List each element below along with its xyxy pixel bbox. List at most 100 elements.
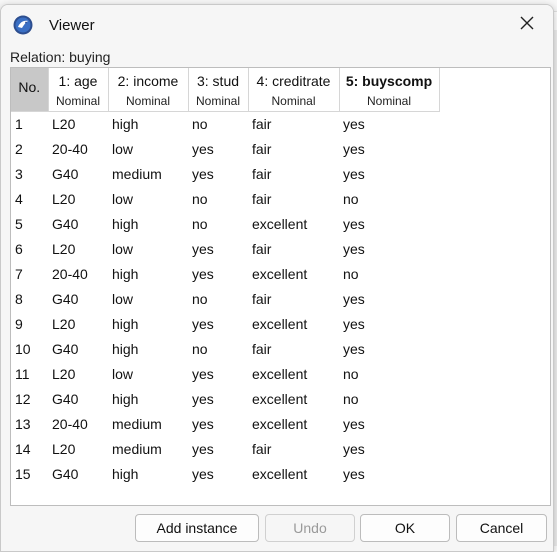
table-cell[interactable]: medium xyxy=(108,411,188,436)
table-cell[interactable]: L20 xyxy=(48,111,108,136)
table-row[interactable]: 2 20-40 low yes fair yes xyxy=(11,136,439,161)
data-table[interactable]: No. 1: age Nominal 2: income Nominal 3: … xyxy=(10,67,551,506)
table-cell[interactable]: G40 xyxy=(48,461,108,486)
table-cell[interactable]: yes xyxy=(188,461,248,486)
table-cell[interactable]: yes xyxy=(339,161,439,186)
table-cell[interactable]: yes xyxy=(188,136,248,161)
table-cell[interactable]: G40 xyxy=(48,286,108,311)
table-cell[interactable]: excellent xyxy=(248,261,339,286)
table-cell[interactable]: no xyxy=(339,261,439,286)
table-cell[interactable]: high xyxy=(108,386,188,411)
table-cell[interactable]: L20 xyxy=(48,236,108,261)
table-cell[interactable]: G40 xyxy=(48,336,108,361)
table-row[interactable]: 9 L20 high yes excellent yes xyxy=(11,311,439,336)
table-cell[interactable]: fair xyxy=(248,236,339,261)
table-cell[interactable]: no xyxy=(188,111,248,136)
table-cell[interactable]: yes xyxy=(188,436,248,461)
table-cell[interactable]: excellent xyxy=(248,461,339,486)
table-cell[interactable]: 20-40 xyxy=(48,261,108,286)
table-cell[interactable]: yes xyxy=(188,261,248,286)
table-cell[interactable]: L20 xyxy=(48,361,108,386)
table-cell[interactable]: excellent xyxy=(248,411,339,436)
table-cell[interactable]: yes xyxy=(339,311,439,336)
table-cell[interactable]: L20 xyxy=(48,186,108,211)
table-cell[interactable]: low xyxy=(108,236,188,261)
table-cell[interactable]: fair xyxy=(248,136,339,161)
table-cell[interactable]: fair xyxy=(248,336,339,361)
table-cell[interactable]: yes xyxy=(188,236,248,261)
column-header-stud[interactable]: 3: stud Nominal xyxy=(188,68,249,112)
column-header-buyscomp[interactable]: 5: buyscomp Nominal xyxy=(339,68,440,112)
table-row[interactable]: 10 G40 high no fair yes xyxy=(11,336,439,361)
table-cell[interactable]: low xyxy=(108,286,188,311)
table-cell[interactable]: fair xyxy=(248,111,339,136)
table-row[interactable]: 1 L20 high no fair yes xyxy=(11,111,439,136)
table-cell[interactable]: excellent xyxy=(248,361,339,386)
table-cell[interactable]: excellent xyxy=(248,211,339,236)
table-cell[interactable]: 20-40 xyxy=(48,136,108,161)
table-cell[interactable]: yes xyxy=(339,436,439,461)
table-cell[interactable]: fair xyxy=(248,286,339,311)
table-cell[interactable]: yes xyxy=(339,411,439,436)
table-cell[interactable]: excellent xyxy=(248,311,339,336)
table-row[interactable]: 15 G40 high yes excellent yes xyxy=(11,461,439,486)
table-cell[interactable]: no xyxy=(339,186,439,211)
table-row[interactable]: 7 20-40 high yes excellent no xyxy=(11,261,439,286)
table-cell[interactable]: no xyxy=(188,336,248,361)
table-row[interactable]: 8 G40 low no fair yes xyxy=(11,286,439,311)
table-cell[interactable]: fair xyxy=(248,436,339,461)
table-cell[interactable]: no xyxy=(188,211,248,236)
table-row[interactable]: 12 G40 high yes excellent no xyxy=(11,386,439,411)
table-row[interactable]: 5 G40 high no excellent yes xyxy=(11,211,439,236)
table-cell[interactable]: yes xyxy=(188,411,248,436)
column-header-creditrate[interactable]: 4: creditrate Nominal xyxy=(248,68,340,112)
column-header-no[interactable]: No. xyxy=(11,68,49,112)
table-cell[interactable]: fair xyxy=(248,161,339,186)
table-cell[interactable]: G40 xyxy=(48,211,108,236)
table-cell[interactable]: yes xyxy=(339,211,439,236)
table-cell[interactable]: medium xyxy=(108,161,188,186)
table-row[interactable]: 13 20-40 medium yes excellent yes xyxy=(11,411,439,436)
column-header-age[interactable]: 1: age Nominal xyxy=(48,68,109,112)
table-cell[interactable]: L20 xyxy=(48,436,108,461)
table-cell[interactable]: high xyxy=(108,211,188,236)
table-cell[interactable]: L20 xyxy=(48,311,108,336)
table-cell[interactable]: yes xyxy=(188,311,248,336)
table-cell[interactable]: yes xyxy=(339,111,439,136)
close-button[interactable] xyxy=(515,13,539,37)
table-row[interactable]: 3 G40 medium yes fair yes xyxy=(11,161,439,186)
table-cell[interactable]: fair xyxy=(248,186,339,211)
table-row[interactable]: 11 L20 low yes excellent no xyxy=(11,361,439,386)
table-cell[interactable]: yes xyxy=(188,161,248,186)
table-cell[interactable]: G40 xyxy=(48,386,108,411)
table-cell[interactable]: low xyxy=(108,136,188,161)
table-cell[interactable]: yes xyxy=(339,461,439,486)
table-cell[interactable]: no xyxy=(188,286,248,311)
cancel-button[interactable]: Cancel xyxy=(456,514,547,542)
table-cell[interactable]: high xyxy=(108,311,188,336)
table-cell[interactable]: high xyxy=(108,336,188,361)
table-cell[interactable]: medium xyxy=(108,436,188,461)
table-cell[interactable]: 20-40 xyxy=(48,411,108,436)
table-cell[interactable]: yes xyxy=(339,286,439,311)
table-cell[interactable]: G40 xyxy=(48,161,108,186)
table-row[interactable]: 4 L20 low no fair no xyxy=(11,186,439,211)
table-cell[interactable]: high xyxy=(108,111,188,136)
table-cell[interactable]: high xyxy=(108,461,188,486)
table-cell[interactable]: no xyxy=(339,386,439,411)
table-cell[interactable]: no xyxy=(339,361,439,386)
table-row[interactable]: 6 L20 low yes fair yes xyxy=(11,236,439,261)
table-cell[interactable]: yes xyxy=(188,386,248,411)
title-bar[interactable]: Viewer xyxy=(1,5,553,45)
column-header-income[interactable]: 2: income Nominal xyxy=(108,68,189,112)
table-cell[interactable]: yes xyxy=(339,136,439,161)
table-cell[interactable]: yes xyxy=(188,361,248,386)
table-row[interactable]: 14 L20 medium yes fair yes xyxy=(11,436,439,461)
table-cell[interactable]: low xyxy=(108,186,188,211)
table-cell[interactable]: low xyxy=(108,361,188,386)
undo-button[interactable]: Undo xyxy=(265,514,355,542)
ok-button[interactable]: OK xyxy=(360,514,450,542)
table-cell[interactable]: yes xyxy=(339,236,439,261)
table-cell[interactable]: excellent xyxy=(248,386,339,411)
add-instance-button[interactable]: Add instance xyxy=(135,514,259,542)
